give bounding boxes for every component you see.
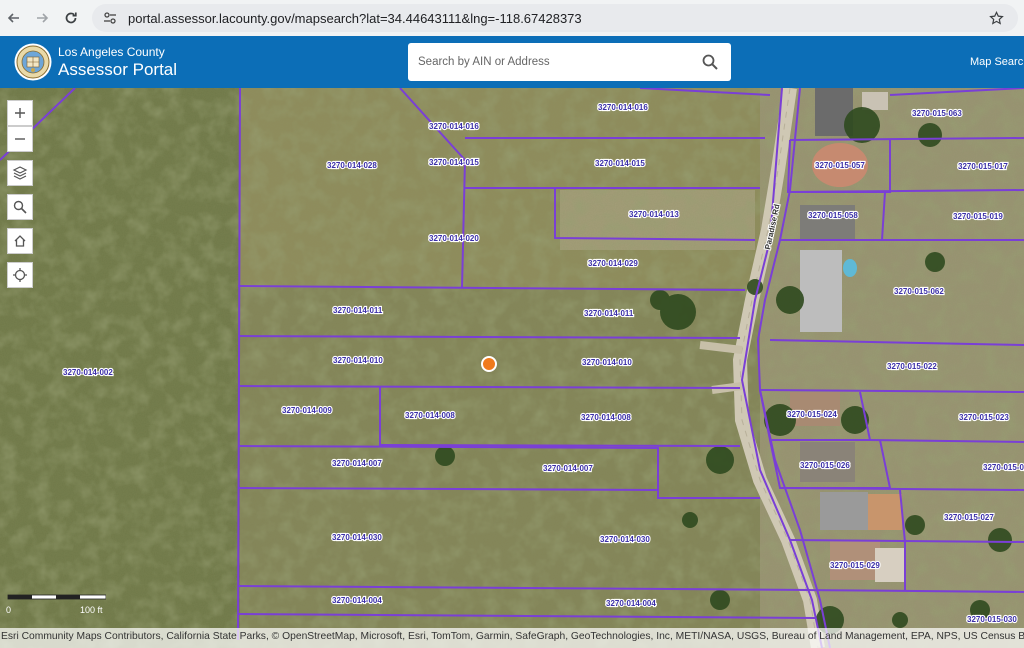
search-input[interactable] [408,56,688,68]
aerial-map[interactable]: 3270-014-016 3270-014-016 3270-014-028 3… [0,88,1024,648]
parcel-label[interactable]: 3270-014-011 [583,308,635,319]
house-roof [790,392,840,426]
parcel-label[interactable]: 3270-014-004 [331,595,384,606]
parcel-label[interactable]: 3270-015-030 [966,614,1019,625]
tune-icon [104,12,116,24]
house-roof [830,540,880,580]
location-marker[interactable] [481,356,497,372]
map-view[interactable]: 3270-014-016 3270-014-016 3270-014-028 3… [0,88,1024,648]
parcel-label[interactable]: 3270-014-004 [605,598,658,609]
minus-icon [15,138,25,140]
zoom-out-button[interactable] [7,126,33,152]
site-info-button[interactable] [100,8,120,28]
search-box [408,43,731,81]
plus-icon [15,108,25,118]
map-search-link[interactable]: Map Search [970,56,1024,68]
scale-zero-label: 0 [6,605,12,615]
parcel-label[interactable]: 3270-014-011 [332,305,384,316]
house-roof [868,494,902,530]
portal-title[interactable]: Assessor Portal [58,60,177,80]
layers-icon [12,166,28,180]
parcel-label[interactable]: 3270-014-002 [62,367,115,378]
scale-max-label: 100 ft [80,605,103,615]
parcel-label[interactable]: 3270-015-027 [943,512,996,523]
browser-toolbar: portal.assessor.lacounty.gov/mapsearch?l… [0,0,1024,36]
arrow-right-icon [37,13,49,23]
house-roof [862,92,888,110]
parcel-label[interactable]: 3270-014-030 [599,534,652,545]
forward-button[interactable] [28,4,56,32]
parcel-label[interactable]: 3270-014-016 [597,102,650,113]
parcel-label[interactable]: 3270-015-062 [893,286,946,297]
house-roof [820,492,868,530]
parcel-label[interactable]: 3270-014-009 [281,405,334,416]
parcel-label[interactable]: 3270-014-015 [594,158,647,169]
parcel-label[interactable]: 3270-015-029 [829,560,882,571]
zoom-in-button[interactable] [7,100,33,126]
arrow-left-icon [7,13,19,23]
parcel-label[interactable]: 3270-015-058 [807,210,860,221]
home-button[interactable] [7,228,33,254]
url-text: portal.assessor.lacounty.gov/mapsearch?l… [128,10,582,26]
crosshair-icon [13,268,27,282]
parcel-label[interactable]: 3270-015-024 [786,409,839,420]
parcel-label[interactable]: 3270-015-063 [911,108,964,119]
parcel-label[interactable]: 3270-014-007 [331,458,384,469]
search-icon [13,200,27,214]
search-icon[interactable] [701,53,719,71]
map-attribution: Esri Community Maps Contributors, Califo… [0,628,1024,648]
parcel-label[interactable]: 3270-014-008 [404,410,457,421]
locate-button[interactable] [7,262,33,288]
parcel-label[interactable]: 3270-014-008 [580,412,633,423]
parcel-label[interactable]: 3270-014-028 [326,160,379,171]
parcel-label[interactable]: 3270-015-019 [952,211,1005,222]
org-name: Los Angeles County [58,45,165,59]
house-roof [800,250,842,332]
parcel-label[interactable]: 3270-014-016 [428,121,481,132]
reload-button[interactable] [57,4,85,32]
layers-button[interactable] [7,160,33,186]
parcel-label[interactable]: 3270-015-017 [957,161,1010,172]
home-icon [14,235,26,247]
parcel-label[interactable]: 3270-014-020 [428,233,481,244]
parcel-label[interactable]: 3270-015-025 [982,462,1024,473]
parcel-label[interactable]: 3270-014-015 [428,157,481,168]
parcel-label[interactable]: 3270-014-010 [581,357,634,368]
back-button[interactable] [0,4,28,32]
county-seal-logo[interactable] [14,43,52,81]
parcel-label[interactable]: 3270-015-057 [814,160,867,171]
parcel-label[interactable]: 3270-014-029 [587,258,640,269]
parcel-label[interactable]: 3270-015-026 [799,460,852,471]
parcel-label[interactable]: 3270-014-030 [331,532,384,543]
bookmark-button[interactable] [986,8,1006,28]
parcel-label[interactable]: 3270-014-010 [332,355,385,366]
map-search-button[interactable] [7,194,33,220]
parcel-label[interactable]: 3270-014-007 [542,463,595,474]
swimming-pool [843,259,857,277]
reload-icon [65,12,77,24]
address-bar[interactable]: portal.assessor.lacounty.gov/mapsearch?l… [92,4,1018,32]
parcel-label[interactable]: 3270-015-023 [958,412,1011,423]
parcel-label[interactable]: 3270-015-022 [886,361,939,372]
parcel-label[interactable]: 3270-014-013 [628,209,681,220]
star-icon [988,10,1004,25]
